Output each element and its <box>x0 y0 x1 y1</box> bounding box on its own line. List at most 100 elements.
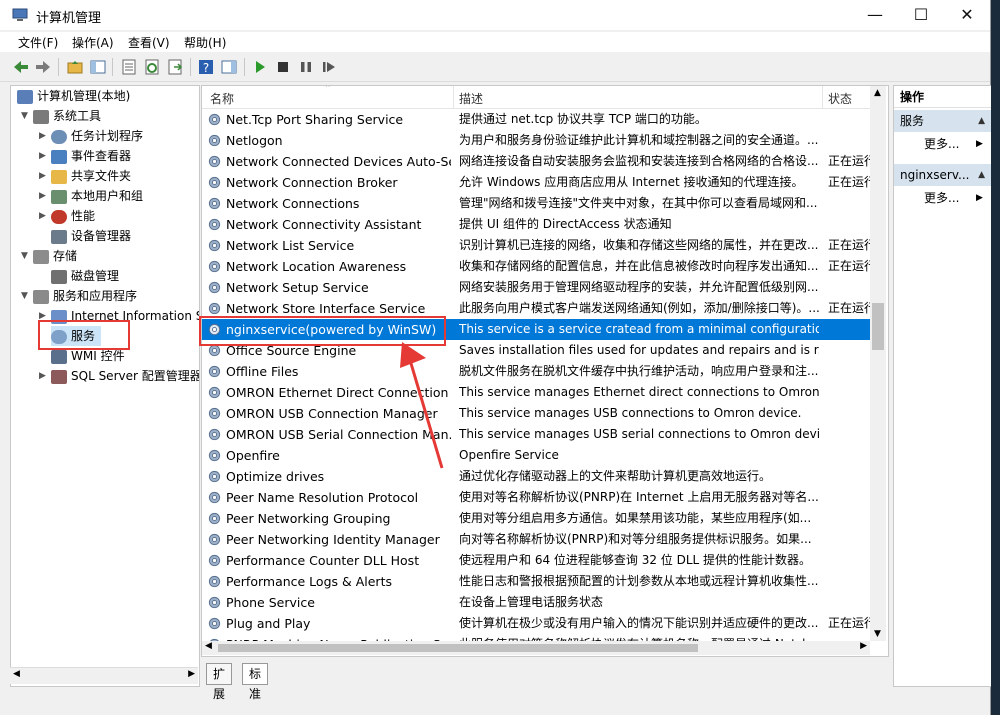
tree-node-device-manager[interactable]: 设备管理器 <box>51 226 131 246</box>
scroll-right-icon[interactable]: ▶ <box>188 669 195 679</box>
service-row[interactable]: OMRON USB Connection Manager This service… <box>202 403 872 424</box>
service-row[interactable]: Openfire Openfire Service <box>202 445 872 466</box>
tree-horizontal-scrollbar[interactable]: ◀ ▶ <box>10 667 198 684</box>
expand-arrow-icon[interactable]: ▶ <box>39 366 46 386</box>
column-header-name[interactable]: 名称 <box>210 90 234 107</box>
collapse-arrow-icon[interactable]: ▼ <box>21 106 28 126</box>
service-row[interactable]: Network Connected Devices Auto-Se... 网络连接… <box>202 151 872 172</box>
scroll-left-icon[interactable]: ◀ <box>13 669 20 679</box>
collapse-arrow-icon[interactable]: ▼ <box>21 286 28 306</box>
collapse-caret-icon[interactable]: ▲ <box>978 164 985 186</box>
up-folder-icon[interactable] <box>66 58 84 76</box>
expand-arrow-icon[interactable]: ▶ <box>39 126 46 146</box>
forward-arrow-icon[interactable] <box>34 58 52 76</box>
service-description: 收集和存储网络的配置信息，并在此信息被修改时向程序发出通知... <box>459 259 819 273</box>
service-name: Network Setup Service <box>226 280 369 295</box>
menu-file[interactable]: 文件(F) <box>18 34 58 51</box>
service-row[interactable]: Network Connection Broker 允许 Windows 应用商店… <box>202 172 872 193</box>
tree-node-shared-folders[interactable]: ▶ 共享文件夹 <box>39 166 131 186</box>
service-row[interactable]: Network Connections 管理"网络和拨号连接"文件夹中对象，在其中… <box>202 193 872 214</box>
refresh-icon[interactable] <box>143 58 161 76</box>
tree-node-performance[interactable]: ▶ 性能 <box>39 206 95 226</box>
service-row[interactable]: Peer Networking Identity Manager 向对等名称解析协… <box>202 529 872 550</box>
expand-arrow-icon[interactable]: ▶ <box>39 186 46 206</box>
service-row[interactable]: OMRON Ethernet Direct Connection ... This… <box>202 382 872 403</box>
service-status: 正在运行 <box>828 301 872 315</box>
service-row[interactable]: Plug and Play 使计算机在极少或没有用户输入的情况下能识别并适应硬件的… <box>202 613 872 634</box>
start-service-icon[interactable] <box>251 58 269 76</box>
minimize-button[interactable]: — <box>852 0 898 30</box>
list-horizontal-scrollbar[interactable]: ◀ ▶ <box>202 641 870 655</box>
expand-arrow-icon[interactable]: ▶ <box>39 306 46 326</box>
tree-node-disk-management[interactable]: 磁盘管理 <box>51 266 119 286</box>
service-row[interactable]: Network Setup Service 网络安装服务用于管理网络驱动程序的安装… <box>202 277 872 298</box>
restart-service-icon[interactable] <box>320 58 338 76</box>
properties-icon[interactable] <box>120 58 138 76</box>
service-row[interactable]: Performance Logs & Alerts 性能日志和警报根据预配置的计划… <box>202 571 872 592</box>
service-gear-icon <box>208 428 221 441</box>
tree-node-local-users-groups[interactable]: ▶ 本地用户和组 <box>39 186 143 206</box>
tree-node-event-viewer[interactable]: ▶ 事件查看器 <box>39 146 131 166</box>
pause-service-icon[interactable] <box>297 58 315 76</box>
maximize-button[interactable]: ☐ <box>898 0 944 30</box>
collapse-arrow-icon[interactable]: ▼ <box>21 246 28 266</box>
service-row[interactable]: Network List Service 识别计算机已连接的网络，收集和存储这些网… <box>202 235 872 256</box>
tree-node-computer-management[interactable]: 计算机管理(本地) <box>17 86 130 106</box>
service-row[interactable]: Office Source Engine Saves installation f… <box>202 340 872 361</box>
scroll-up-icon[interactable]: ▲ <box>874 88 881 98</box>
expand-arrow-icon[interactable]: ▶ <box>39 146 46 166</box>
tab-extended[interactable]: 扩展 <box>206 663 233 701</box>
tree-node-wmi-control[interactable]: WMI 控件 <box>51 346 125 366</box>
scroll-left-icon[interactable]: ◀ <box>205 641 212 651</box>
menu-help[interactable]: 帮助(H) <box>184 34 226 51</box>
tree-node-storage[interactable]: ▼ 存储 <box>21 246 77 266</box>
service-row[interactable]: Optimize drives 通过优化存储驱动器上的文件来帮助计算机更高效地运行… <box>202 466 872 487</box>
actions-section-services[interactable]: 服务 ▲ <box>894 110 991 132</box>
service-row[interactable]: Network Location Awareness 收集和存储网络的配置信息，并… <box>202 256 872 277</box>
actions-section-nginxservice[interactable]: nginxserv... ▲ <box>894 164 991 186</box>
tree-node-services-and-applications[interactable]: ▼ 服务和应用程序 <box>21 286 137 306</box>
tree-node-services[interactable]: 服务 <box>51 326 102 346</box>
action-more-nginxservice[interactable]: 更多... ▶ <box>924 188 983 208</box>
show-hide-tree-icon[interactable] <box>89 58 107 76</box>
collapse-caret-icon[interactable]: ▲ <box>978 110 985 132</box>
expand-arrow-icon[interactable]: ▶ <box>39 206 46 226</box>
service-row[interactable]: Peer Name Resolution Protocol 使用对等名称解析协议(… <box>202 487 872 508</box>
list-vertical-scrollbar[interactable]: ▲ ▼ <box>870 86 886 641</box>
clock-icon <box>51 129 67 144</box>
close-button[interactable]: ✕ <box>944 0 990 30</box>
service-row[interactable]: Network Store Interface Service 此服务向用户模式客… <box>202 298 872 319</box>
vertical-scroll-thumb[interactable] <box>872 303 884 350</box>
service-row[interactable]: Offline Files 脱机文件服务在脱机文件缓存中执行维护活动，响应用户登录… <box>202 361 872 382</box>
tree-node-task-scheduler[interactable]: ▶ 任务计划程序 <box>39 126 143 146</box>
service-row[interactable]: Network Connectivity Assistant 提供 UI 组件的 … <box>202 214 872 235</box>
back-arrow-icon[interactable] <box>12 58 30 76</box>
tab-standard[interactable]: 标准 <box>242 663 269 701</box>
service-row[interactable]: Performance Counter DLL Host 使远程用户和 64 位进… <box>202 550 872 571</box>
service-row[interactable]: Netlogon 为用户和服务身份验证维护此计算机和域控制器之间的安全通道。... <box>202 130 872 151</box>
help-icon[interactable]: ? <box>197 58 215 76</box>
toolbar: ? <box>0 53 990 82</box>
menu-view[interactable]: 查看(V) <box>128 34 170 51</box>
scroll-down-icon[interactable]: ▼ <box>874 629 881 639</box>
tree-node-system-tools[interactable]: ▼ 系统工具 <box>21 106 101 126</box>
column-header-status[interactable]: 状态 <box>828 90 852 107</box>
service-row[interactable]: Net.Tcp Port Sharing Service 提供通过 net.tcp… <box>202 109 872 130</box>
menu-action[interactable]: 操作(A) <box>72 34 114 51</box>
horizontal-scroll-thumb[interactable] <box>218 644 698 652</box>
action-pane-icon[interactable] <box>220 58 238 76</box>
stop-service-icon[interactable] <box>274 58 292 76</box>
tree-node-iis[interactable]: ▶ Internet Information S <box>39 306 199 326</box>
service-name: Peer Name Resolution Protocol <box>226 490 419 505</box>
expand-arrow-icon[interactable]: ▶ <box>39 166 46 186</box>
action-more-services[interactable]: 更多... ▶ <box>924 134 983 154</box>
service-name: Phone Service <box>226 595 315 610</box>
tree-node-sql-server-config[interactable]: ▶ SQL Server 配置管理器 <box>39 366 199 386</box>
column-header-description[interactable]: 描述 <box>459 90 483 107</box>
export-list-icon[interactable] <box>166 58 184 76</box>
service-row[interactable]: OMRON USB Serial Connection Man... This s… <box>202 424 872 445</box>
service-row[interactable]: Phone Service 在设备上管理电话服务状态 <box>202 592 872 613</box>
service-row[interactable]: Peer Networking Grouping 使用对等分组启用多方通信。如果禁… <box>202 508 872 529</box>
scroll-right-icon[interactable]: ▶ <box>860 641 867 651</box>
service-row[interactable]: nginxservice(powered by WinSW) This servi… <box>202 319 872 340</box>
